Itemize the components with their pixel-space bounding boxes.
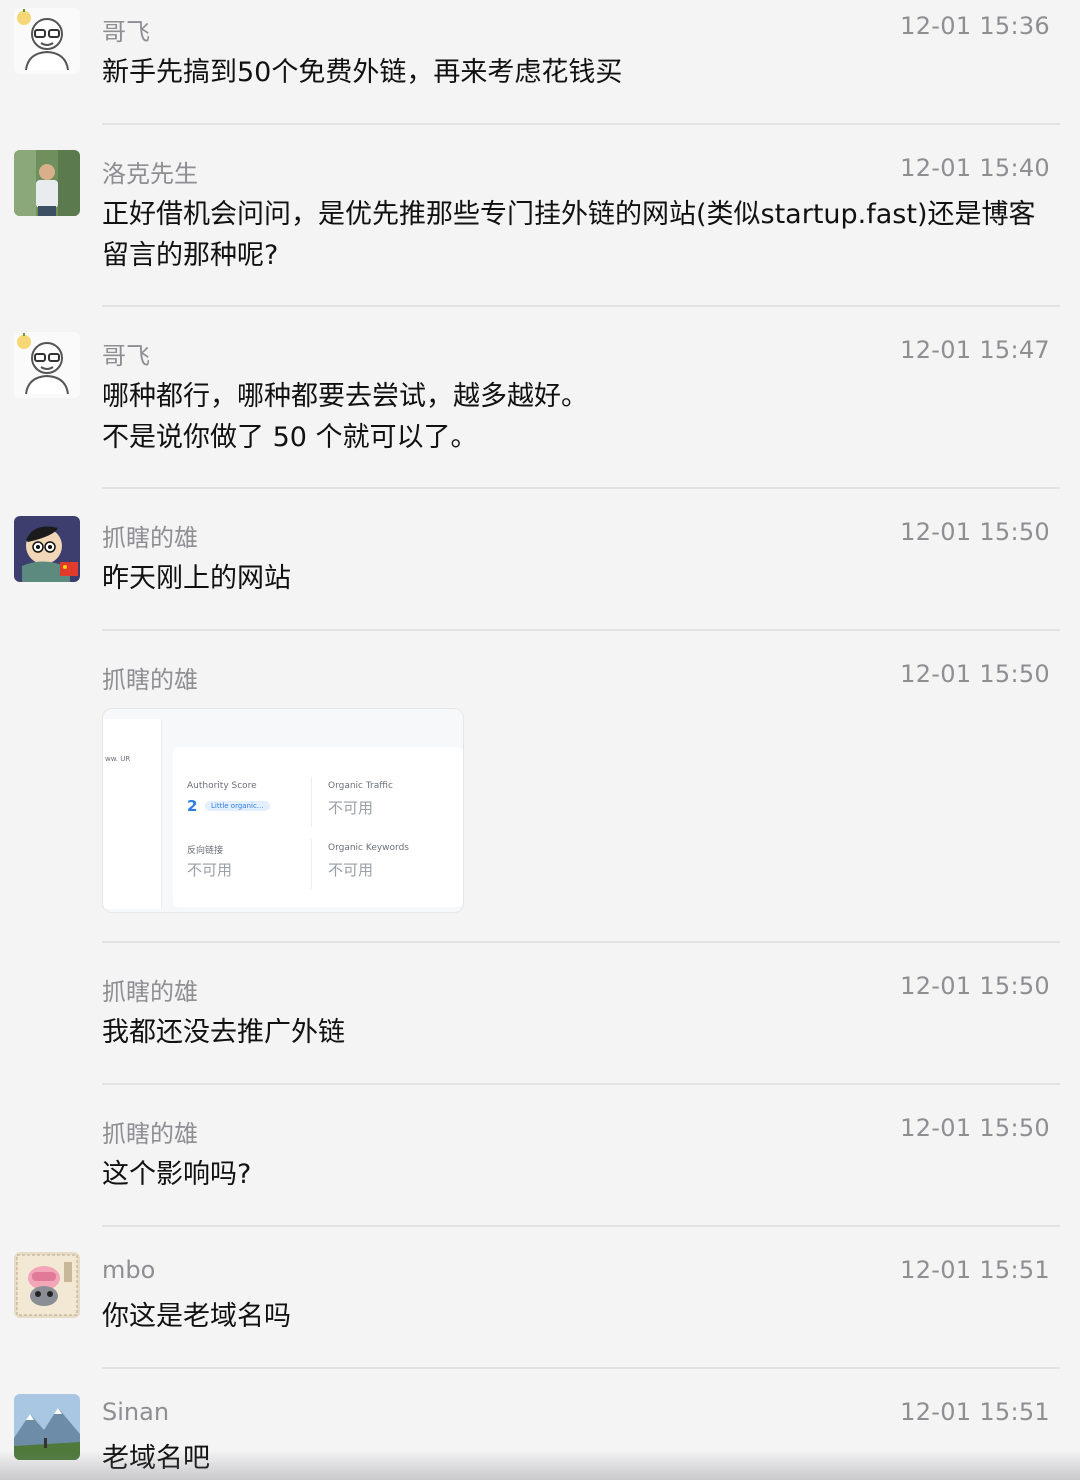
keywords-value: 不可用 bbox=[328, 861, 374, 879]
message-author[interactable]: 抓瞎的雄 bbox=[102, 1114, 198, 1149]
user-avatar-gefei-icon bbox=[14, 8, 80, 74]
message-text: 你这是老域名吗 bbox=[102, 1301, 291, 1332]
divider bbox=[102, 1367, 1060, 1369]
message-time: 12-01 15:50 bbox=[900, 518, 1050, 546]
avatar[interactable] bbox=[14, 332, 80, 398]
message-time: 12-01 15:47 bbox=[900, 336, 1050, 364]
message-text: 新手先搞到50个免费外链，再来考虑花钱买 bbox=[102, 57, 623, 88]
message-time: 12-01 15:50 bbox=[900, 972, 1050, 1000]
message-time: 12-01 15:36 bbox=[900, 12, 1050, 40]
divider bbox=[102, 629, 1060, 631]
message-text: 正好借机会问问，是优先推那些专门挂外链的网站(类似startup.fast)还是… bbox=[102, 199, 1036, 271]
traffic-label: Organic Traffic bbox=[328, 781, 393, 791]
message-author[interactable]: 哥飞 bbox=[102, 12, 150, 47]
avatar[interactable] bbox=[14, 8, 80, 74]
screenshot-sidebar: ww. UR bbox=[103, 719, 162, 909]
message-time: 12-01 15:40 bbox=[900, 154, 1050, 182]
message-author[interactable]: 洛克先生 bbox=[102, 154, 198, 189]
message-time: 12-01 15:51 bbox=[900, 1256, 1050, 1284]
message-author[interactable]: mbo bbox=[102, 1256, 155, 1284]
divider bbox=[102, 487, 1060, 489]
message-author[interactable]: 抓瞎的雄 bbox=[102, 518, 198, 553]
message-text: 昨天刚上的网站 bbox=[102, 563, 291, 594]
backlinks-value: 不可用 bbox=[187, 861, 233, 879]
screenshot-image[interactable]: ww. UR 域名 Authority Score 2 Little organ… bbox=[102, 708, 464, 913]
message-author[interactable]: Sinan bbox=[102, 1398, 169, 1426]
traffic-value: 不可用 bbox=[328, 799, 374, 817]
message-time: 12-01 15:50 bbox=[900, 660, 1050, 688]
divider bbox=[102, 1225, 1060, 1227]
scroll-fade bbox=[0, 1450, 1080, 1480]
screenshot-card: Authority Score 2 Little organic... Orga… bbox=[173, 747, 463, 907]
avatar[interactable] bbox=[14, 1252, 80, 1318]
message-text: 我都还没去推广外链 bbox=[102, 1017, 345, 1048]
authority-label: Authority Score bbox=[187, 781, 257, 791]
divider bbox=[102, 1083, 1060, 1085]
divider bbox=[102, 941, 1060, 943]
authority-value: 2 bbox=[187, 797, 198, 815]
message-time: 12-01 15:51 bbox=[900, 1398, 1050, 1426]
backlinks-label: 反向链接 bbox=[187, 846, 224, 856]
message-text: 这个影响吗? bbox=[102, 1159, 252, 1190]
user-avatar-cartoon-boy-icon bbox=[14, 516, 80, 582]
message-time: 12-01 15:50 bbox=[900, 1114, 1050, 1142]
divider bbox=[102, 305, 1060, 307]
keywords-label: Organic Keywords bbox=[328, 843, 409, 853]
screenshot-left-text: ww. UR bbox=[105, 755, 131, 763]
avatar[interactable] bbox=[14, 150, 80, 216]
divider bbox=[102, 123, 1060, 125]
user-avatar-gefei-icon bbox=[14, 332, 80, 398]
user-avatar-photo-person-icon bbox=[14, 150, 80, 216]
message-author[interactable]: 哥飞 bbox=[102, 336, 150, 371]
user-avatar-stamp-icon bbox=[14, 1252, 80, 1318]
authority-pill: Little organic... bbox=[205, 801, 270, 811]
message-author[interactable]: 抓瞎的雄 bbox=[102, 660, 198, 695]
avatar[interactable] bbox=[14, 516, 80, 582]
message-author[interactable]: 抓瞎的雄 bbox=[102, 972, 198, 1007]
message-text: 哪种都行，哪种都要去尝试，越多越好。 不是说你做了 50 个就可以了。 bbox=[102, 381, 588, 453]
